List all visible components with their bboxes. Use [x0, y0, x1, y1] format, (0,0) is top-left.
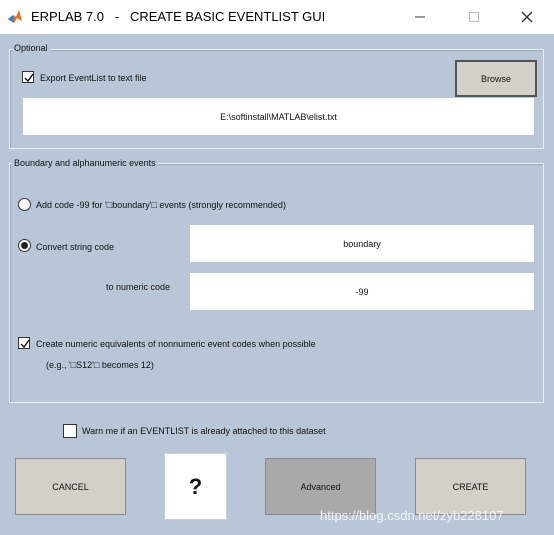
title-bar: ERPLAB 7.0 - CREATE BASIC EVENTLIST GUI — [0, 0, 554, 34]
close-button[interactable] — [500, 0, 554, 34]
window-title: ERPLAB 7.0 - CREATE BASIC EVENTLIST GUI — [31, 9, 326, 24]
add-code-radio[interactable] — [18, 198, 31, 211]
create-button[interactable]: CREATE — [415, 458, 526, 515]
boundary-panel-title: Boundary and alphanumeric events — [12, 158, 158, 168]
warn-checkbox[interactable] — [63, 424, 77, 438]
warn-label: Warn me if an EVENTLIST is already attac… — [82, 426, 326, 436]
add-code-label: Add code -99 for '□boundary'□ events (st… — [36, 200, 286, 210]
maximize-button[interactable] — [447, 0, 501, 34]
browse-button[interactable]: Browse — [455, 60, 537, 97]
help-button[interactable]: ? — [164, 453, 227, 520]
string-code-input[interactable]: boundary — [190, 225, 534, 262]
watermark-text: https://blog.csdn.net/zyb228107 — [320, 508, 504, 523]
example-text: (e.g., '□S12'□ becomes 12) — [46, 360, 154, 370]
maximize-icon — [469, 12, 479, 22]
numeric-code-input[interactable]: -99 — [190, 273, 534, 310]
convert-string-radio[interactable] — [18, 239, 31, 252]
matlab-icon — [8, 10, 22, 23]
advanced-button[interactable]: Advanced — [265, 458, 376, 515]
to-numeric-label: to numeric code — [106, 282, 171, 292]
convert-string-label: Convert string code — [36, 242, 115, 252]
check-icon — [20, 339, 30, 349]
check-icon — [24, 73, 34, 83]
minimize-icon — [415, 16, 425, 18]
export-label: Export EventList to text file — [40, 73, 147, 83]
optional-panel-title: Optional — [12, 43, 50, 53]
export-checkbox[interactable] — [22, 71, 34, 83]
close-icon — [521, 11, 533, 23]
cancel-button[interactable]: CANCEL — [15, 458, 126, 515]
create-equivalents-label: Create numeric equivalents of nonnumeric… — [36, 339, 316, 349]
create-equivalents-checkbox[interactable] — [18, 337, 30, 349]
file-path-field[interactable]: E:\softinstall\MATLAB\elist.txt — [23, 98, 534, 135]
minimize-button[interactable] — [393, 0, 447, 34]
